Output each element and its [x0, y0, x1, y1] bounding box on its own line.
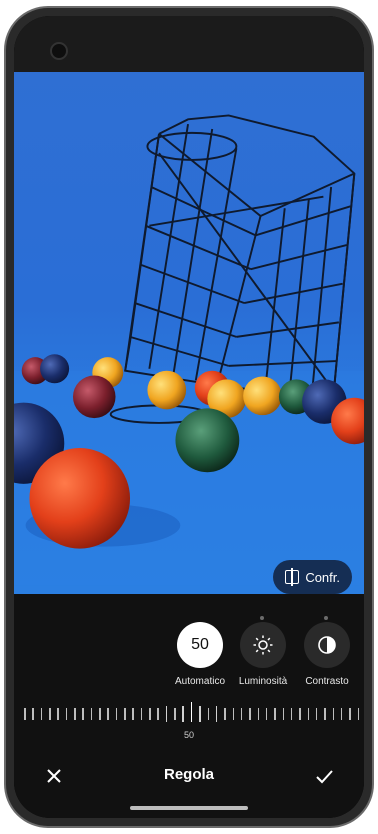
- brightness-icon: [240, 622, 286, 668]
- slider-tick: [32, 708, 34, 720]
- confirm-icon[interactable]: [310, 762, 338, 790]
- tool-label-saturazione: Sa: [350, 676, 364, 687]
- slider-tick: [140, 708, 143, 720]
- slider-tick: [99, 708, 101, 720]
- slider-tick: [90, 708, 93, 720]
- slider-tick: [257, 708, 260, 720]
- slider-tick: [290, 708, 293, 720]
- slider-tick: [249, 708, 251, 720]
- slider-tick: [332, 708, 335, 720]
- slider-tick: [107, 708, 109, 720]
- adjust-tools: 50 Automatico Luminosità Contrasto: [14, 604, 364, 694]
- slider-tick: [315, 708, 318, 720]
- slider-tick: [207, 708, 209, 720]
- slider-tick: [24, 708, 26, 720]
- compare-button[interactable]: Confr.: [273, 560, 352, 594]
- slider-tick: [357, 708, 360, 720]
- slider-tick: [340, 708, 343, 720]
- slider-tick: [132, 708, 134, 720]
- slider-tick: [165, 706, 168, 722]
- phone-frame: Confr. 50 Automatico Luminosità Contrast…: [4, 6, 374, 828]
- slider-tick: [299, 708, 301, 720]
- slider-tick: [124, 708, 126, 720]
- photo-preview: Confr.: [14, 72, 364, 594]
- slider-tick: [157, 708, 159, 720]
- photo-content: [14, 114, 364, 586]
- photo-editor-screen: Confr. 50 Automatico Luminosità Contrast…: [14, 16, 364, 818]
- contrast-indicator-dot: [324, 616, 328, 620]
- bottom-actions: Regola: [14, 756, 364, 796]
- slider-tick: [224, 708, 226, 720]
- slider-tick: [190, 702, 193, 722]
- slider-tick: [215, 706, 218, 722]
- slider-value: 50: [183, 730, 195, 740]
- compare-label: Confr.: [305, 569, 340, 585]
- slider-tick: [49, 708, 51, 720]
- slider-tick: [307, 708, 310, 720]
- adjust-slider[interactable]: 50: [24, 702, 360, 742]
- slider-tick: [182, 706, 184, 722]
- slider-tick: [232, 708, 235, 720]
- adjust-panel: 50 Automatico Luminosità Contrasto 50 Re…: [14, 594, 364, 818]
- brightness-indicator-dot: [260, 616, 264, 620]
- tool-saturazione[interactable]: Sa: [350, 622, 364, 687]
- slider-tick: [349, 708, 351, 720]
- slider-tick: [174, 708, 176, 720]
- slider-tick: [274, 708, 276, 720]
- compare-icon: [285, 568, 300, 586]
- slider-tick: [82, 708, 84, 720]
- status-area: [14, 16, 364, 72]
- slider-tick: [65, 708, 68, 720]
- slider-tick: [40, 708, 43, 720]
- slider-tick: [57, 708, 59, 720]
- slider-tick: [265, 708, 268, 720]
- slider-tick: [240, 708, 243, 720]
- slider-tick: [282, 708, 285, 720]
- auto-value-bubble: 50: [177, 622, 223, 668]
- slider-tick: [199, 706, 201, 722]
- slider-tick: [115, 708, 118, 720]
- home-indicator: [130, 806, 248, 810]
- slider-tick: [149, 708, 151, 720]
- front-camera: [50, 42, 68, 60]
- slider-tick: [74, 708, 76, 720]
- slider-tick: [324, 708, 326, 720]
- contrast-icon: [304, 622, 350, 668]
